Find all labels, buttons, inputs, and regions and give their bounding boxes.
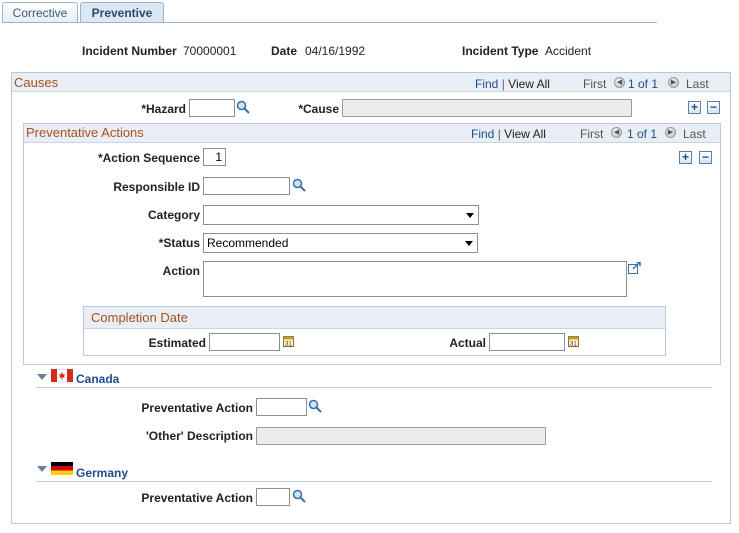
action-textarea[interactable]	[203, 261, 627, 297]
actions-find-link[interactable]: Find	[471, 127, 494, 141]
other-description-label: 'Other' Description	[145, 429, 253, 443]
actions-view-all-link[interactable]: View All	[504, 127, 546, 141]
calendar-icon[interactable]: 31	[568, 335, 579, 347]
incident-type-value: Accident	[545, 44, 592, 58]
date-label: Date	[271, 44, 298, 58]
hazard-input[interactable]	[189, 99, 235, 117]
category-label: Category	[147, 208, 200, 222]
tab-preventive[interactable]: Preventive	[80, 2, 164, 23]
germany-group-title[interactable]: Germany	[76, 466, 128, 480]
germany-divider	[36, 481, 712, 482]
status-select-value: Recommended	[207, 236, 289, 250]
remove-cause-button[interactable]: −	[707, 101, 720, 114]
germany-preventative-action-input[interactable]	[256, 488, 290, 506]
germany-preventative-action-label: Preventative Action	[141, 491, 253, 505]
action-sequence-label: *Action Sequence	[97, 151, 200, 165]
other-description-input[interactable]	[256, 427, 546, 445]
add-cause-button[interactable]: +	[688, 101, 701, 114]
magnifier-icon[interactable]	[292, 178, 306, 192]
magnifier-icon[interactable]	[236, 100, 250, 114]
action-label: Action	[162, 264, 200, 278]
actual-label: Actual	[449, 336, 486, 350]
incident-type-label: Incident Type	[462, 44, 539, 58]
expand-text-icon[interactable]	[628, 262, 641, 274]
arrow-left-icon[interactable]: ◀	[611, 127, 622, 138]
causes-first-label: First	[583, 77, 607, 91]
canada-flag-icon	[51, 369, 73, 382]
canada-preventative-action-label: Preventative Action	[141, 401, 253, 415]
actions-last-label: Last	[683, 127, 706, 141]
actual-date-input[interactable]	[489, 333, 565, 351]
estimated-date-input[interactable]	[209, 333, 280, 351]
actions-row-count: 1 of 1	[627, 127, 658, 141]
add-action-button[interactable]: +	[679, 151, 692, 164]
causes-last-label: Last	[686, 77, 709, 91]
causes-view-all-link[interactable]: View All	[508, 77, 550, 91]
causes-nav-separator: |	[501, 77, 505, 91]
hazard-label: *Hazard	[141, 102, 186, 116]
germany-flag-icon	[51, 462, 73, 475]
cause-input[interactable]	[342, 99, 632, 117]
completion-date-title: Completion Date	[91, 310, 188, 325]
arrow-right-icon[interactable]: ▶	[668, 77, 679, 88]
chevron-down-icon	[465, 241, 473, 246]
date-value: 04/16/1992	[305, 44, 366, 58]
estimated-label: Estimated	[148, 336, 206, 350]
incident-number-value: 70000001	[183, 44, 237, 58]
cause-label: *Cause	[298, 102, 339, 116]
svg-text:31: 31	[570, 342, 577, 348]
actions-nav-separator: |	[497, 127, 501, 141]
magnifier-icon[interactable]	[308, 399, 322, 413]
preventative-actions-title: Preventative Actions	[26, 125, 144, 140]
magnifier-icon[interactable]	[292, 489, 306, 503]
causes-find-link[interactable]: Find	[475, 77, 498, 91]
tab-underline	[2, 22, 657, 23]
canada-group-title[interactable]: Canada	[76, 372, 119, 386]
actions-nav: Find | View All	[471, 127, 546, 141]
causes-nav: Find | View All	[475, 77, 550, 91]
tab-corrective[interactable]: Corrective	[2, 2, 78, 23]
causes-title: Causes	[14, 75, 59, 90]
triangle-down-icon[interactable]	[37, 374, 47, 380]
remove-action-button[interactable]: −	[699, 151, 712, 164]
arrow-left-icon[interactable]: ◀	[614, 77, 625, 88]
actions-first-label: First	[580, 127, 604, 141]
incident-number-label: Incident Number	[82, 44, 177, 58]
chevron-down-icon	[466, 213, 474, 218]
category-select[interactable]	[203, 205, 479, 225]
canada-preventative-action-input[interactable]	[256, 398, 307, 416]
status-label: *Status	[158, 236, 200, 250]
triangle-down-icon[interactable]	[37, 466, 47, 472]
responsible-id-label: Responsible ID	[113, 180, 200, 194]
responsible-id-input[interactable]	[203, 177, 290, 195]
calendar-icon[interactable]: 31	[283, 335, 294, 347]
canada-divider	[36, 387, 712, 388]
action-sequence-input[interactable]: 1	[203, 148, 226, 166]
arrow-right-icon[interactable]: ▶	[665, 127, 676, 138]
status-select[interactable]: Recommended	[203, 233, 478, 253]
svg-text:31: 31	[285, 342, 292, 348]
causes-row-count: 1 of 1	[628, 77, 659, 91]
